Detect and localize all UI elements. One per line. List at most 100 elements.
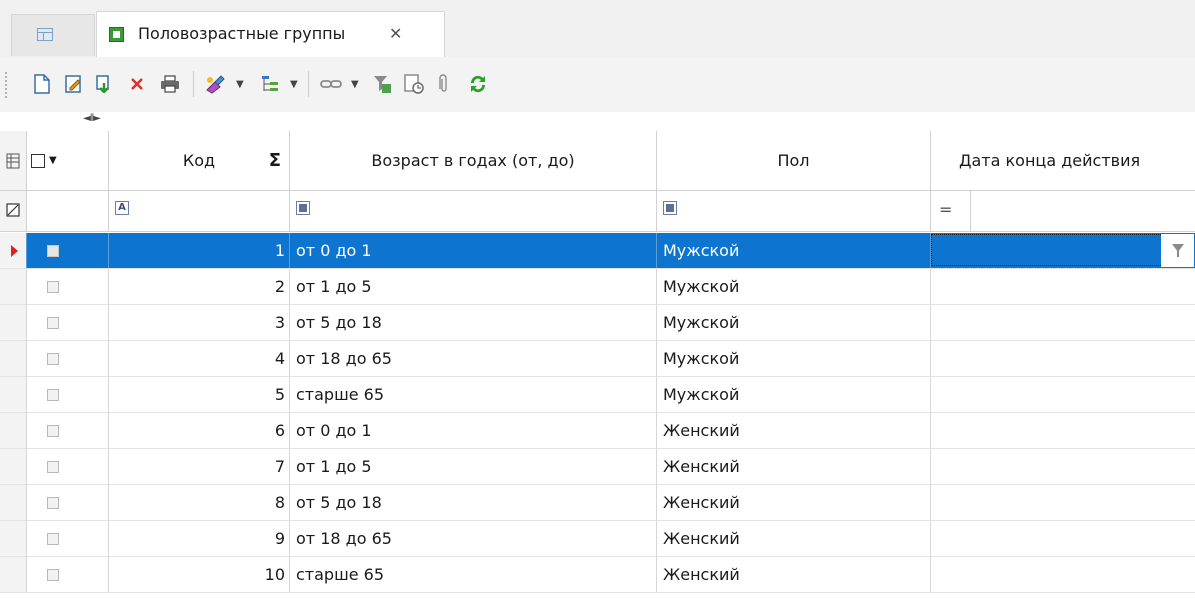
cell-code[interactable]: 2 xyxy=(109,269,290,304)
row-indicator[interactable] xyxy=(0,233,27,268)
cell-sex[interactable]: Женский xyxy=(657,485,931,520)
filter-operator-equals[interactable]: = xyxy=(931,191,971,231)
cell-age[interactable]: старше 65 xyxy=(290,377,657,412)
attach-icon[interactable] xyxy=(434,71,454,97)
brush-icon[interactable] xyxy=(202,71,228,97)
cell-age[interactable]: от 1 до 5 xyxy=(290,449,657,484)
table-row[interactable]: 8 от 5 до 18 Женский xyxy=(0,485,1195,521)
table-row[interactable]: 6 от 0 до 1 Женский xyxy=(0,413,1195,449)
tree-icon[interactable] xyxy=(258,71,282,97)
row-indicator[interactable] xyxy=(0,377,27,412)
cell-age[interactable]: от 18 до 65 xyxy=(290,341,657,376)
row-checkbox-cell[interactable] xyxy=(27,269,109,304)
column-chooser-icon[interactable] xyxy=(0,131,27,190)
column-header-end-date[interactable]: Дата конца действия xyxy=(931,131,1195,190)
table-row[interactable]: 10 старше 65 Женский xyxy=(0,557,1195,593)
row-checkbox-cell[interactable] xyxy=(27,233,109,268)
cell-code[interactable]: 1 xyxy=(109,233,290,268)
chevron-down-icon[interactable]: ▼ xyxy=(49,155,57,166)
list-filter-icon[interactable] xyxy=(296,201,310,215)
row-checkbox-cell[interactable] xyxy=(27,377,109,412)
cell-sex[interactable]: Мужской xyxy=(657,269,931,304)
row-indicator[interactable] xyxy=(0,413,27,448)
table-row[interactable]: 5 старше 65 Мужской xyxy=(0,377,1195,413)
cell-code[interactable]: 3 xyxy=(109,305,290,340)
row-indicator[interactable] xyxy=(0,521,27,556)
row-checkbox-cell[interactable] xyxy=(27,413,109,448)
history-icon[interactable] xyxy=(402,71,426,97)
refresh-icon[interactable] xyxy=(466,71,490,97)
cell-end-date[interactable] xyxy=(931,521,1195,556)
cell-end-date[interactable] xyxy=(931,485,1195,520)
close-icon[interactable]: ✕ xyxy=(389,24,402,43)
filter-cell-code[interactable]: A xyxy=(109,191,290,231)
table-row[interactable]: 4 от 18 до 65 Мужской xyxy=(0,341,1195,377)
cell-code[interactable]: 7 xyxy=(109,449,290,484)
tab-age-sex-groups[interactable]: Половозрастные группы ✕ xyxy=(96,11,445,57)
row-checkbox[interactable] xyxy=(47,568,59,581)
column-header-sex[interactable]: Пол xyxy=(657,131,931,190)
cell-age[interactable]: от 0 до 1 xyxy=(290,233,657,268)
cell-age[interactable]: старше 65 xyxy=(290,557,657,592)
row-checkbox[interactable] xyxy=(47,244,59,257)
toolbar-grip[interactable] xyxy=(5,72,9,98)
row-checkbox[interactable] xyxy=(47,424,59,437)
cell-sex[interactable]: Женский xyxy=(657,557,931,592)
equals-icon[interactable]: = xyxy=(939,200,952,219)
row-checkbox[interactable] xyxy=(47,388,59,401)
cell-sex[interactable]: Мужской xyxy=(657,341,931,376)
row-checkbox[interactable] xyxy=(47,280,59,293)
cell-age[interactable]: от 0 до 1 xyxy=(290,413,657,448)
filter-toggle-icon[interactable] xyxy=(0,191,27,231)
delete-icon[interactable] xyxy=(125,71,149,97)
cell-sex[interactable]: Женский xyxy=(657,521,931,556)
chevron-down-icon[interactable]: ▼ xyxy=(351,79,359,90)
cell-filter-button[interactable] xyxy=(1161,234,1194,267)
table-row[interactable]: 7 от 1 до 5 Женский xyxy=(0,449,1195,485)
cell-end-date[interactable] xyxy=(931,449,1195,484)
sum-icon[interactable]: Σ xyxy=(269,150,281,171)
cell-end-date[interactable] xyxy=(931,413,1195,448)
row-indicator[interactable] xyxy=(0,557,27,592)
row-checkbox[interactable] xyxy=(47,496,59,509)
cell-end-date[interactable] xyxy=(931,341,1195,376)
cell-sex[interactable]: Женский xyxy=(657,449,931,484)
row-indicator[interactable] xyxy=(0,485,27,520)
cell-code[interactable]: 5 xyxy=(109,377,290,412)
row-checkbox-cell[interactable] xyxy=(27,305,109,340)
row-checkbox[interactable] xyxy=(47,352,59,365)
print-icon[interactable] xyxy=(157,71,183,97)
row-checkbox-cell[interactable] xyxy=(27,485,109,520)
row-checkbox[interactable] xyxy=(47,532,59,545)
cell-code[interactable]: 10 xyxy=(109,557,290,592)
new-document-icon[interactable] xyxy=(30,71,54,97)
column-header-age[interactable]: Возраст в годах (от, до) xyxy=(290,131,657,190)
cell-end-date[interactable] xyxy=(931,305,1195,340)
row-checkbox-cell[interactable] xyxy=(27,521,109,556)
cell-end-date[interactable] xyxy=(931,269,1195,304)
cell-age[interactable]: от 5 до 18 xyxy=(290,485,657,520)
cell-sex[interactable]: Мужской xyxy=(657,233,931,268)
link-icon[interactable] xyxy=(318,71,344,97)
row-checkbox-cell[interactable] xyxy=(27,341,109,376)
cell-code[interactable]: 9 xyxy=(109,521,290,556)
copy-icon[interactable] xyxy=(92,71,116,97)
filter-clear-icon[interactable] xyxy=(370,71,394,97)
cell-code[interactable]: 8 xyxy=(109,485,290,520)
cell-sex[interactable]: Мужской xyxy=(657,305,931,340)
cell-sex[interactable]: Мужской xyxy=(657,377,931,412)
chevron-down-icon[interactable]: ▼ xyxy=(290,79,298,90)
tab-home[interactable] xyxy=(11,14,95,56)
cell-sex[interactable]: Женский xyxy=(657,413,931,448)
column-resize-grip[interactable]: ◄ll► xyxy=(83,113,101,124)
table-row[interactable]: 2 от 1 до 5 Мужской xyxy=(0,269,1195,305)
text-filter-icon[interactable]: A xyxy=(115,201,129,215)
cell-code[interactable]: 6 xyxy=(109,413,290,448)
row-indicator[interactable] xyxy=(0,269,27,304)
row-checkbox-cell[interactable] xyxy=(27,557,109,592)
column-header-code[interactable]: Код Σ xyxy=(109,131,290,190)
list-filter-icon[interactable] xyxy=(663,201,677,215)
cell-end-date[interactable] xyxy=(931,557,1195,592)
cell-age[interactable]: от 1 до 5 xyxy=(290,269,657,304)
cell-age[interactable]: от 18 до 65 xyxy=(290,521,657,556)
